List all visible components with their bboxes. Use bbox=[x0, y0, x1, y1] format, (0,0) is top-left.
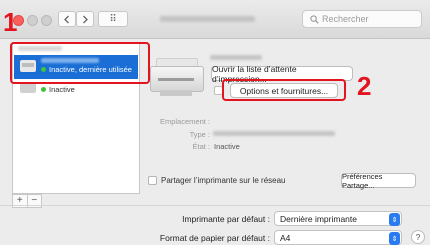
share-printer-label: Partager l’imprimante sur le réseau bbox=[161, 176, 286, 185]
popup-arrows-icon: ⇕ bbox=[389, 232, 400, 245]
search-placeholder: Rechercher bbox=[322, 14, 369, 24]
default-printer-value: Dernière imprimante bbox=[280, 213, 357, 224]
show-all-button[interactable]: ⠿ bbox=[98, 11, 128, 27]
popup-arrows-icon: ⇕ bbox=[389, 213, 400, 226]
grid-icon: ⠿ bbox=[109, 13, 117, 25]
chevron-left-icon bbox=[64, 15, 69, 23]
paper-size-label: Format de papier par défaut : bbox=[159, 233, 270, 243]
annotation-number-1: 1 bbox=[3, 7, 18, 37]
back-button[interactable] bbox=[58, 11, 76, 27]
search-icon bbox=[310, 14, 319, 24]
sharing-preferences-button[interactable]: Préférences Partage... bbox=[341, 172, 416, 190]
forward-button[interactable] bbox=[76, 11, 94, 27]
share-printer-checkbox[interactable] bbox=[148, 176, 157, 185]
printer-list-item[interactable]: Inactive bbox=[14, 82, 138, 96]
location-label: Emplacement : bbox=[159, 117, 210, 126]
paper-size-popup[interactable]: A4 ⇕ bbox=[274, 230, 402, 245]
type-label: Type : bbox=[189, 130, 210, 139]
annotation-box-2 bbox=[222, 79, 346, 101]
annotation-box-1 bbox=[10, 42, 150, 84]
minimize-window-button[interactable] bbox=[27, 15, 38, 26]
annotation-number-2: 2 bbox=[357, 71, 372, 101]
state-value: Inactive bbox=[214, 142, 240, 151]
help-button[interactable]: ? bbox=[411, 230, 425, 244]
printer-title-redacted bbox=[210, 55, 262, 60]
status-dot-icon bbox=[41, 87, 46, 92]
paper-size-value: A4 bbox=[280, 232, 291, 243]
default-printer-popup[interactable]: Dernière imprimante ⇕ bbox=[274, 211, 402, 226]
printer-large-icon bbox=[150, 58, 204, 98]
search-field[interactable]: Rechercher bbox=[302, 10, 422, 28]
type-value-redacted bbox=[213, 131, 335, 136]
default-printer-label: Imprimante par défaut : bbox=[182, 214, 270, 224]
printer-status: Inactive bbox=[49, 85, 75, 94]
window-title-redacted bbox=[160, 16, 255, 22]
state-label: État : bbox=[192, 142, 210, 151]
chevron-right-icon bbox=[83, 15, 88, 23]
printer-icon bbox=[20, 83, 36, 93]
zoom-window-button[interactable] bbox=[41, 15, 52, 26]
section-divider bbox=[0, 205, 430, 206]
